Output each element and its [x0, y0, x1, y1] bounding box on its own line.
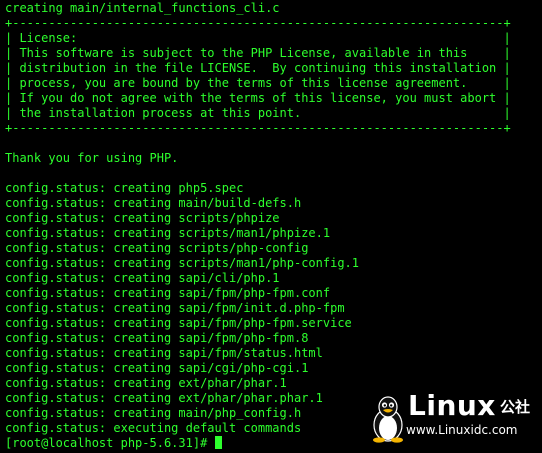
terminal-line: | process, you are bound by the terms of…	[5, 76, 511, 90]
terminal-window[interactable]: creating main/internal_functions_cli.c +-…	[0, 0, 542, 453]
terminal-line: config.status: creating sapi/fpm/php-fpm…	[5, 286, 331, 300]
terminal-line: creating main/internal_functions_cli.c	[5, 1, 280, 15]
shell-prompt: [root@localhost php-5.6.31]#	[5, 436, 215, 450]
terminal-line: config.status: creating sapi/fpm/php-fpm…	[5, 331, 309, 345]
terminal-line: config.status: creating scripts/man1/php…	[5, 256, 360, 270]
terminal-line: | This software is subject to the PHP Li…	[5, 46, 511, 60]
terminal-line: | distribution in the file LICENSE. By c…	[5, 61, 511, 75]
terminal-line: | License: |	[5, 31, 511, 45]
cursor	[214, 436, 222, 449]
terminal-line: | the installation process at this point…	[5, 106, 511, 120]
terminal-line: Thank you for using PHP.	[5, 151, 179, 165]
terminal-line: config.status: creating sapi/fpm/status.…	[5, 346, 323, 360]
terminal-line: config.status: creating php5.spec	[5, 181, 244, 195]
terminal-line: config.status: creating sapi/cli/php.1	[5, 271, 280, 285]
terminal-line: +---------------------------------------…	[5, 16, 511, 30]
terminal-line: config.status: creating scripts/man1/php…	[5, 226, 331, 240]
terminal-line: | If you do not agree with the terms of …	[5, 91, 511, 105]
watermark-url: www.Linuxidc.com	[406, 423, 518, 437]
tux-penguin-icon	[373, 396, 403, 443]
terminal-line: config.status: creating scripts/phpize	[5, 211, 280, 225]
terminal-line: +---------------------------------------…	[5, 121, 511, 135]
terminal-line: config.status: creating sapi/fpm/init.d.…	[5, 301, 345, 315]
terminal-output: creating main/internal_functions_cli.c +-…	[5, 1, 542, 436]
terminal-line: config.status: creating sapi/cgi/php-cgi…	[5, 361, 309, 375]
watermark-cn: 公社	[500, 398, 531, 416]
watermark-title: Linux	[408, 389, 496, 422]
terminal-line: config.status: creating main/build-defs.…	[5, 196, 302, 210]
terminal-line: config.status: creating scripts/php-conf…	[5, 241, 309, 255]
watermark: Linux 公社 www.Linuxidc.com	[368, 391, 538, 447]
terminal-line: config.status: creating sapi/fpm/php-fpm…	[5, 316, 352, 330]
